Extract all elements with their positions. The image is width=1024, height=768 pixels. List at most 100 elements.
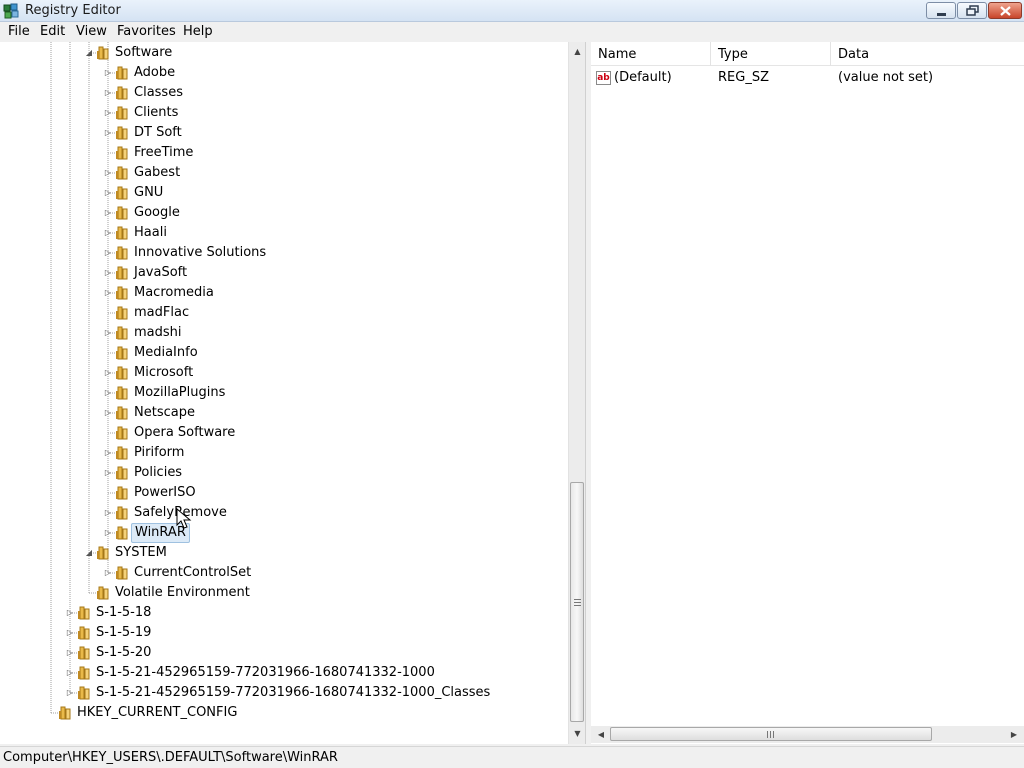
column-header-data[interactable]: Data xyxy=(831,42,1024,66)
tree-item[interactable]: ▷ Policies xyxy=(0,463,568,483)
tree-item[interactable]: ▷ CurrentControlSet xyxy=(0,563,568,583)
collapsed-arrow-icon[interactable]: ▷ xyxy=(65,603,75,623)
tree-item[interactable]: ▷ GNU xyxy=(0,183,568,203)
menu-edit[interactable]: Edit xyxy=(38,24,67,39)
tree-item[interactable]: ◢ SYSTEM xyxy=(0,543,568,563)
collapsed-arrow-icon[interactable]: ▷ xyxy=(65,623,75,643)
restore-button[interactable] xyxy=(957,2,987,19)
collapsed-arrow-icon[interactable]: ▷ xyxy=(103,523,113,543)
tree-item[interactable]: ▷ Netscape xyxy=(0,403,568,423)
collapsed-arrow-icon[interactable]: ▷ xyxy=(103,463,113,483)
tree-item-label: S-1-5-21-452965159-772031966-1680741332-… xyxy=(96,665,435,680)
collapsed-arrow-icon[interactable]: ▷ xyxy=(103,383,113,403)
values-list[interactable]: Name Type Data ab (Default) REG_SZ (valu… xyxy=(591,42,1024,744)
tree-item[interactable]: Volatile Environment xyxy=(0,583,568,603)
collapsed-arrow-icon[interactable]: ▷ xyxy=(103,263,113,283)
title-bar[interactable]: Registry Editor xyxy=(0,0,1024,22)
tree-item[interactable]: ▷ S-1-5-20 xyxy=(0,643,568,663)
collapsed-arrow-icon[interactable]: ▷ xyxy=(103,123,113,143)
collapsed-arrow-icon[interactable]: ▷ xyxy=(65,663,75,683)
window-title: Registry Editor xyxy=(25,3,121,18)
tree-item[interactable]: ◢ Software xyxy=(0,43,568,63)
tree-item[interactable]: ▷ Macromedia xyxy=(0,283,568,303)
collapsed-arrow-icon[interactable]: ▷ xyxy=(103,563,113,583)
tree-vertical-scrollbar[interactable]: ▲ ▼ xyxy=(568,42,585,744)
tree-item[interactable]: ▷ Clients xyxy=(0,103,568,123)
tree-item[interactable]: ▷ Piriform xyxy=(0,443,568,463)
tree-item[interactable]: ▷ JavaSoft xyxy=(0,263,568,283)
scroll-thumb[interactable] xyxy=(610,727,932,741)
tree-item[interactable]: ▷ S-1-5-21-452965159-772031966-1680741332… xyxy=(0,663,568,683)
folder-icon xyxy=(78,686,90,700)
collapsed-arrow-icon[interactable]: ▷ xyxy=(103,163,113,183)
tree-item[interactable]: ▷ Microsoft xyxy=(0,363,568,383)
collapsed-arrow-icon[interactable]: ▷ xyxy=(103,363,113,383)
tree-item[interactable]: FreeTime xyxy=(0,143,568,163)
list-horizontal-scrollbar[interactable]: ◀ ▶ xyxy=(591,726,1024,743)
collapsed-arrow-icon[interactable]: ▷ xyxy=(103,183,113,203)
collapsed-arrow-icon[interactable]: ▷ xyxy=(103,63,113,83)
collapsed-arrow-icon[interactable]: ▷ xyxy=(103,283,113,303)
tree-item-label: Adobe xyxy=(134,65,176,80)
scroll-right-arrow-icon[interactable]: ▶ xyxy=(1006,726,1022,743)
minimize-button[interactable] xyxy=(926,2,956,19)
tree-item[interactable]: ▷ Adobe xyxy=(0,63,568,83)
collapsed-arrow-icon[interactable]: ▷ xyxy=(103,223,113,243)
collapsed-arrow-icon[interactable]: ▷ xyxy=(103,243,113,263)
folder-icon xyxy=(116,286,128,300)
scroll-left-arrow-icon[interactable]: ◀ xyxy=(593,726,609,743)
expanded-arrow-icon[interactable]: ◢ xyxy=(84,543,94,563)
tree-item[interactable]: ▷ MozillaPlugins xyxy=(0,383,568,403)
tree-item-label: Innovative Solutions xyxy=(134,245,267,260)
menu-favorites[interactable]: Favorites xyxy=(115,24,178,39)
list-header: Name Type Data xyxy=(591,42,1024,66)
menu-help[interactable]: Help xyxy=(181,24,215,39)
column-header-name[interactable]: Name xyxy=(591,42,711,66)
collapsed-arrow-icon[interactable]: ▷ xyxy=(103,503,113,523)
restore-icon xyxy=(966,5,979,16)
collapsed-arrow-icon[interactable]: ▷ xyxy=(103,83,113,103)
tree-item-label: Google xyxy=(134,205,180,220)
grip-icon xyxy=(767,731,774,738)
tree-item[interactable]: madFlac xyxy=(0,303,568,323)
tree-item[interactable]: ▷ madshi xyxy=(0,323,568,343)
tree-item[interactable]: ▷ Gabest xyxy=(0,163,568,183)
tree-item[interactable]: ▷ Innovative Solutions xyxy=(0,243,568,263)
tree-item[interactable]: ▷ S-1-5-19 xyxy=(0,623,568,643)
folder-icon xyxy=(116,306,128,320)
scroll-down-arrow-icon[interactable]: ▼ xyxy=(569,726,586,742)
collapsed-arrow-icon[interactable]: ▷ xyxy=(103,443,113,463)
tree-item[interactable]: MediaInfo xyxy=(0,343,568,363)
tree-item[interactable]: HKEY_CURRENT_CONFIG xyxy=(0,703,568,723)
tree-item[interactable]: ▷ S-1-5-18 xyxy=(0,603,568,623)
tree-item[interactable]: PowerISO xyxy=(0,483,568,503)
tree-item[interactable]: Opera Software xyxy=(0,423,568,443)
column-header-type[interactable]: Type xyxy=(711,42,831,66)
collapsed-arrow-icon[interactable]: ▷ xyxy=(103,103,113,123)
scroll-thumb[interactable] xyxy=(570,482,584,722)
tree-item-label: Gabest xyxy=(134,165,181,180)
collapsed-arrow-icon[interactable]: ▷ xyxy=(103,203,113,223)
tree-item-label: madshi xyxy=(134,325,182,340)
tree-item[interactable]: ▷ S-1-5-21-452965159-772031966-1680741332… xyxy=(0,683,568,703)
expanded-arrow-icon[interactable]: ◢ xyxy=(84,43,94,63)
tree-item[interactable]: ▷SafelyRemove xyxy=(0,503,568,523)
scroll-up-arrow-icon[interactable]: ▲ xyxy=(569,44,586,60)
collapsed-arrow-icon[interactable]: ▷ xyxy=(103,323,113,343)
mouse-cursor-icon xyxy=(176,508,192,529)
close-button[interactable] xyxy=(988,2,1022,19)
tree-item[interactable]: ▷ WinRAR xyxy=(0,523,568,543)
menu-file[interactable]: File xyxy=(6,24,32,39)
list-item[interactable]: ab (Default) REG_SZ (value not set) xyxy=(591,68,1024,88)
collapsed-arrow-icon[interactable]: ▷ xyxy=(65,643,75,663)
folder-icon xyxy=(116,146,128,160)
folder-icon xyxy=(116,426,128,440)
tree-item[interactable]: ▷ Haali xyxy=(0,223,568,243)
collapsed-arrow-icon[interactable]: ▷ xyxy=(65,683,75,703)
menu-view[interactable]: View xyxy=(74,24,109,39)
collapsed-arrow-icon[interactable]: ▷ xyxy=(103,403,113,423)
tree-item[interactable]: ▷ DT Soft xyxy=(0,123,568,143)
tree-item[interactable]: ▷ Classes xyxy=(0,83,568,103)
tree-item[interactable]: ▷ Google xyxy=(0,203,568,223)
registry-key-tree[interactable]: ◢ Software ▷ Adobe ▷ Classes ▷ Clients ▷ DT Soft F… xyxy=(0,42,586,744)
